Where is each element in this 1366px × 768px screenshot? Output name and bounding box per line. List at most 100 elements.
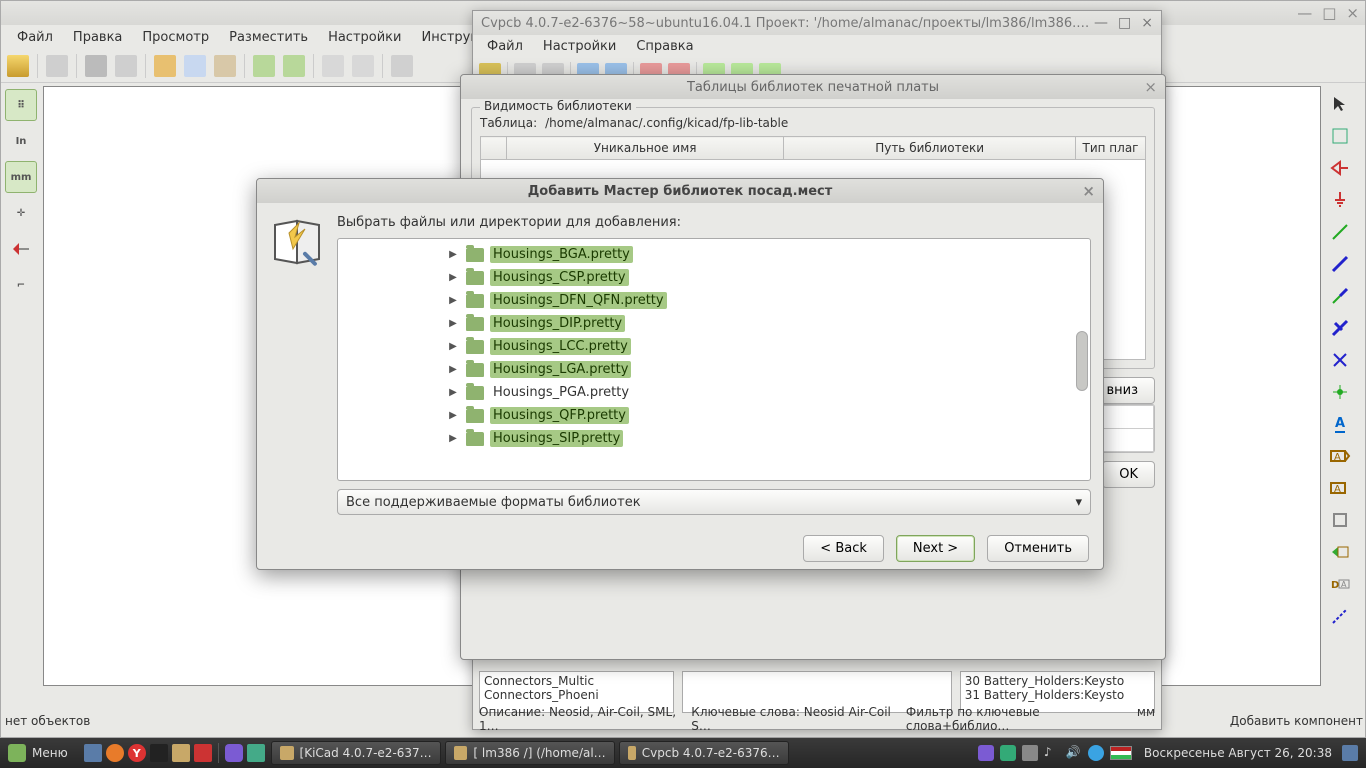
close-icon[interactable]: × — [1346, 4, 1359, 22]
close-icon[interactable]: × — [1144, 78, 1157, 96]
close-icon[interactable]: × — [1082, 182, 1095, 200]
grid-toggle[interactable]: ⠿ — [5, 89, 37, 121]
folder-item[interactable]: ▶Housings_SIP.pretty — [338, 427, 1090, 450]
expand-icon[interactable]: ▶ — [448, 387, 458, 398]
tray-music-icon[interactable]: ♪ — [1044, 745, 1060, 761]
menu-item[interactable]: Просмотр — [134, 28, 217, 47]
place-component-icon[interactable] — [1325, 153, 1355, 183]
menu-item[interactable]: Настройки — [535, 37, 624, 56]
library-table[interactable]: Уникальное имя Путь библиотеки Тип плаг — [480, 136, 1146, 160]
print-icon[interactable] — [85, 55, 107, 77]
find-icon[interactable] — [322, 55, 344, 77]
place-bus-icon[interactable] — [1325, 249, 1355, 279]
tray-network-icon[interactable] — [1022, 745, 1038, 761]
folder-item[interactable]: ▶Housings_QFP.pretty — [338, 404, 1090, 427]
folder-item[interactable]: ▶Housings_LGA.pretty — [338, 358, 1090, 381]
cut-icon[interactable] — [154, 55, 176, 77]
import-hier-label-icon[interactable] — [1325, 537, 1355, 567]
app-icon[interactable] — [247, 744, 265, 762]
no-connect-icon[interactable] — [1325, 345, 1355, 375]
show-desktop-icon[interactable] — [84, 744, 102, 762]
viber-icon[interactable] — [225, 744, 243, 762]
firefox-icon[interactable] — [106, 744, 124, 762]
junction-icon[interactable] — [1325, 377, 1355, 407]
expand-icon[interactable]: ▶ — [448, 318, 458, 329]
menu-item[interactable]: Правка — [65, 28, 130, 47]
net-label-icon[interactable]: A — [1325, 409, 1355, 439]
units-mm-button[interactable]: mm — [5, 161, 37, 193]
menu-item[interactable]: Справка — [628, 37, 701, 56]
menu-item[interactable]: Файл — [9, 28, 61, 47]
plot-icon[interactable] — [115, 55, 137, 77]
back-button[interactable]: < Back — [803, 535, 884, 562]
page-settings-icon[interactable] — [46, 55, 68, 77]
hier-label-icon[interactable]: A — [1325, 473, 1355, 503]
maximize-icon[interactable]: □ — [1322, 4, 1336, 22]
place-wire-icon[interactable] — [1325, 217, 1355, 247]
wire-to-bus-icon[interactable] — [1325, 281, 1355, 311]
keyboard-layout[interactable] — [1110, 746, 1132, 760]
tray-viber-icon[interactable] — [978, 745, 994, 761]
dialog-titlebar[interactable]: Добавить Мастер библиотек посад.мест × — [257, 179, 1103, 203]
hier-pin-icon[interactable]: DA — [1325, 569, 1355, 599]
clock[interactable]: Воскресенье Август 26, 20:38 — [1144, 746, 1332, 760]
scrollbar[interactable] — [1074, 241, 1088, 478]
graphic-line-icon[interactable] — [1325, 601, 1355, 631]
redo-icon[interactable] — [283, 55, 305, 77]
tray-volume-icon[interactable]: 🔊 — [1066, 745, 1082, 761]
tray-monitor-icon[interactable] — [1342, 745, 1358, 761]
ok-button[interactable]: OK — [1102, 461, 1155, 488]
folder-item[interactable]: ▶Housings_LCC.pretty — [338, 335, 1090, 358]
replace-icon[interactable] — [352, 55, 374, 77]
wizard-prompt: Выбрать файлы или директории для добавле… — [337, 215, 1091, 230]
folder-item[interactable]: ▶Housings_BGA.pretty — [338, 243, 1090, 266]
folder-item[interactable]: ▶Housings_DFN_QFN.pretty — [338, 289, 1090, 312]
expand-icon[interactable]: ▶ — [448, 410, 458, 421]
zoom-in-icon[interactable] — [391, 55, 413, 77]
minimize-icon[interactable]: — — [1297, 4, 1312, 22]
start-menu[interactable]: Меню — [0, 744, 76, 762]
maximize-icon[interactable]: □ — [1118, 15, 1131, 31]
undo-icon[interactable] — [253, 55, 275, 77]
files-icon[interactable] — [172, 744, 190, 762]
expand-icon[interactable]: ▶ — [448, 249, 458, 260]
cursor-shape-button[interactable]: ✛ — [5, 197, 37, 229]
terminal-icon[interactable] — [150, 744, 168, 762]
folder-item[interactable]: ▶Housings_PGA.pretty — [338, 381, 1090, 404]
taskbar-window[interactable]: [ lm386 /] (/home/al… — [445, 741, 615, 765]
next-button[interactable]: Next > — [896, 535, 975, 562]
close-icon[interactable]: × — [1141, 15, 1153, 31]
taskbar-window[interactable]: [KiCad 4.0.7-e2-637… — [271, 741, 441, 765]
expand-icon[interactable]: ▶ — [448, 364, 458, 375]
open-icon[interactable] — [7, 55, 29, 77]
expand-icon[interactable]: ▶ — [448, 272, 458, 283]
units-in-button[interactable]: In — [5, 125, 37, 157]
bus-to-bus-icon[interactable] — [1325, 313, 1355, 343]
cancel-button[interactable]: Отменить — [987, 535, 1089, 562]
format-select[interactable]: Все поддерживаемые форматы библиотек ▾ — [337, 489, 1091, 515]
highlight-net-icon[interactable] — [1325, 121, 1355, 151]
taskbar-window[interactable]: Cvpcb 4.0.7-e2-6376… — [619, 741, 789, 765]
menu-item[interactable]: Файл — [479, 37, 531, 56]
place-power-icon[interactable] — [1325, 185, 1355, 215]
transmission-icon[interactable] — [194, 744, 212, 762]
yandex-icon[interactable]: Y — [128, 744, 146, 762]
expand-icon[interactable]: ▶ — [448, 341, 458, 352]
menu-item[interactable]: Настройки — [320, 28, 409, 47]
tray-shield-icon[interactable] — [1000, 745, 1016, 761]
bus-direction-button[interactable]: ⌐ — [5, 269, 37, 301]
select-tool-icon[interactable] — [1325, 89, 1355, 119]
hidden-pins-button[interactable] — [5, 233, 37, 265]
folder-tree[interactable]: ▶Housings_BGA.pretty▶Housings_CSP.pretty… — [337, 238, 1091, 481]
global-label-icon[interactable]: A — [1325, 441, 1355, 471]
tray-skype-icon[interactable] — [1088, 745, 1104, 761]
hier-sheet-icon[interactable] — [1325, 505, 1355, 535]
minimize-icon[interactable]: — — [1094, 15, 1108, 31]
expand-icon[interactable]: ▶ — [448, 295, 458, 306]
folder-item[interactable]: ▶Housings_DIP.pretty — [338, 312, 1090, 335]
menu-item[interactable]: Разместить — [221, 28, 316, 47]
paste-icon[interactable] — [214, 55, 236, 77]
copy-icon[interactable] — [184, 55, 206, 77]
folder-item[interactable]: ▶Housings_CSP.pretty — [338, 266, 1090, 289]
expand-icon[interactable]: ▶ — [448, 433, 458, 444]
